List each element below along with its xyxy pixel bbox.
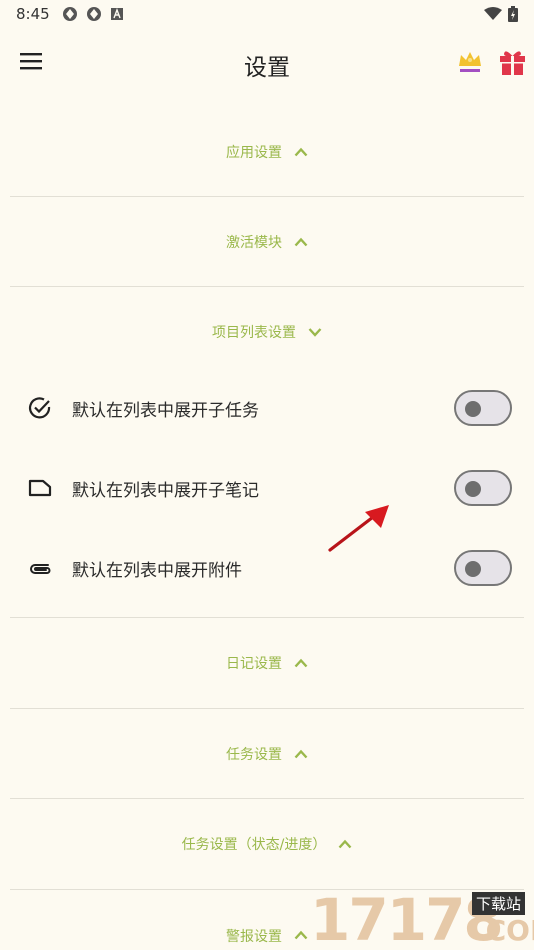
note-icon [28, 479, 52, 497]
section-task-status[interactable]: 任务设置（状态/进度） [0, 799, 534, 889]
app-bar: 设置 [0, 28, 534, 98]
system-icons [484, 6, 518, 22]
section-project-list[interactable]: 项目列表设置 [0, 287, 534, 377]
section-activate-modules[interactable]: 激活模块 [0, 197, 534, 287]
status-time: 8:45 [16, 5, 50, 23]
section-alert-label: 警报设置 [226, 929, 282, 945]
chevron-up-icon [294, 749, 308, 759]
expand-subnotes-toggle[interactable] [454, 470, 512, 506]
toggle-knob [465, 401, 481, 417]
section-diary[interactable]: 日记设置 [0, 618, 534, 708]
page-title: 设置 [244, 55, 290, 81]
chevron-down-icon [308, 328, 322, 337]
expand-subtasks-toggle[interactable] [454, 390, 512, 426]
notification-icons [62, 6, 124, 22]
setting-label: 默认在列表中展开附件 [72, 561, 242, 581]
chevron-up-icon [294, 147, 308, 157]
chevron-up-icon [294, 658, 308, 668]
section-app-settings-label: 应用设置 [226, 145, 282, 161]
section-project-list-label: 项目列表设置 [212, 325, 296, 341]
app-notification-icon [62, 7, 77, 21]
section-diary-label: 日记设置 [226, 656, 282, 672]
status-bar: 8:45 [0, 0, 534, 28]
setting-row-expand-subnotes: 默认在列表中展开子笔记 [0, 448, 534, 528]
chevron-up-icon [294, 237, 308, 247]
setting-row-expand-subtasks: 默认在列表中展开子任务 [0, 368, 534, 448]
toggle-knob [465, 561, 481, 577]
crown-icon[interactable] [457, 50, 483, 74]
expand-attachments-toggle[interactable] [454, 550, 512, 586]
paperclip-icon [30, 564, 51, 574]
section-activate-modules-label: 激活模块 [226, 235, 282, 251]
section-task-status-label: 任务设置（状态/进度） [181, 837, 327, 853]
setting-row-expand-attachments: 默认在列表中展开附件 [0, 528, 534, 608]
app-notification-icon-2 [86, 7, 101, 21]
toggle-knob [465, 481, 481, 497]
gift-icon[interactable] [499, 48, 526, 76]
check-circle-icon [28, 397, 51, 419]
section-task[interactable]: 任务设置 [0, 709, 534, 799]
chevron-up-icon [294, 930, 308, 940]
a-box-icon [110, 8, 123, 20]
section-task-label: 任务设置 [226, 747, 282, 763]
section-alert[interactable]: 警报设置 [0, 890, 534, 950]
wifi-icon [484, 7, 502, 20]
section-app-settings[interactable]: 应用设置 [0, 107, 534, 197]
setting-label: 默认在列表中展开子笔记 [72, 481, 259, 501]
setting-label: 默认在列表中展开子任务 [72, 401, 259, 421]
battery-icon [508, 6, 518, 22]
chevron-up-icon [338, 839, 352, 849]
